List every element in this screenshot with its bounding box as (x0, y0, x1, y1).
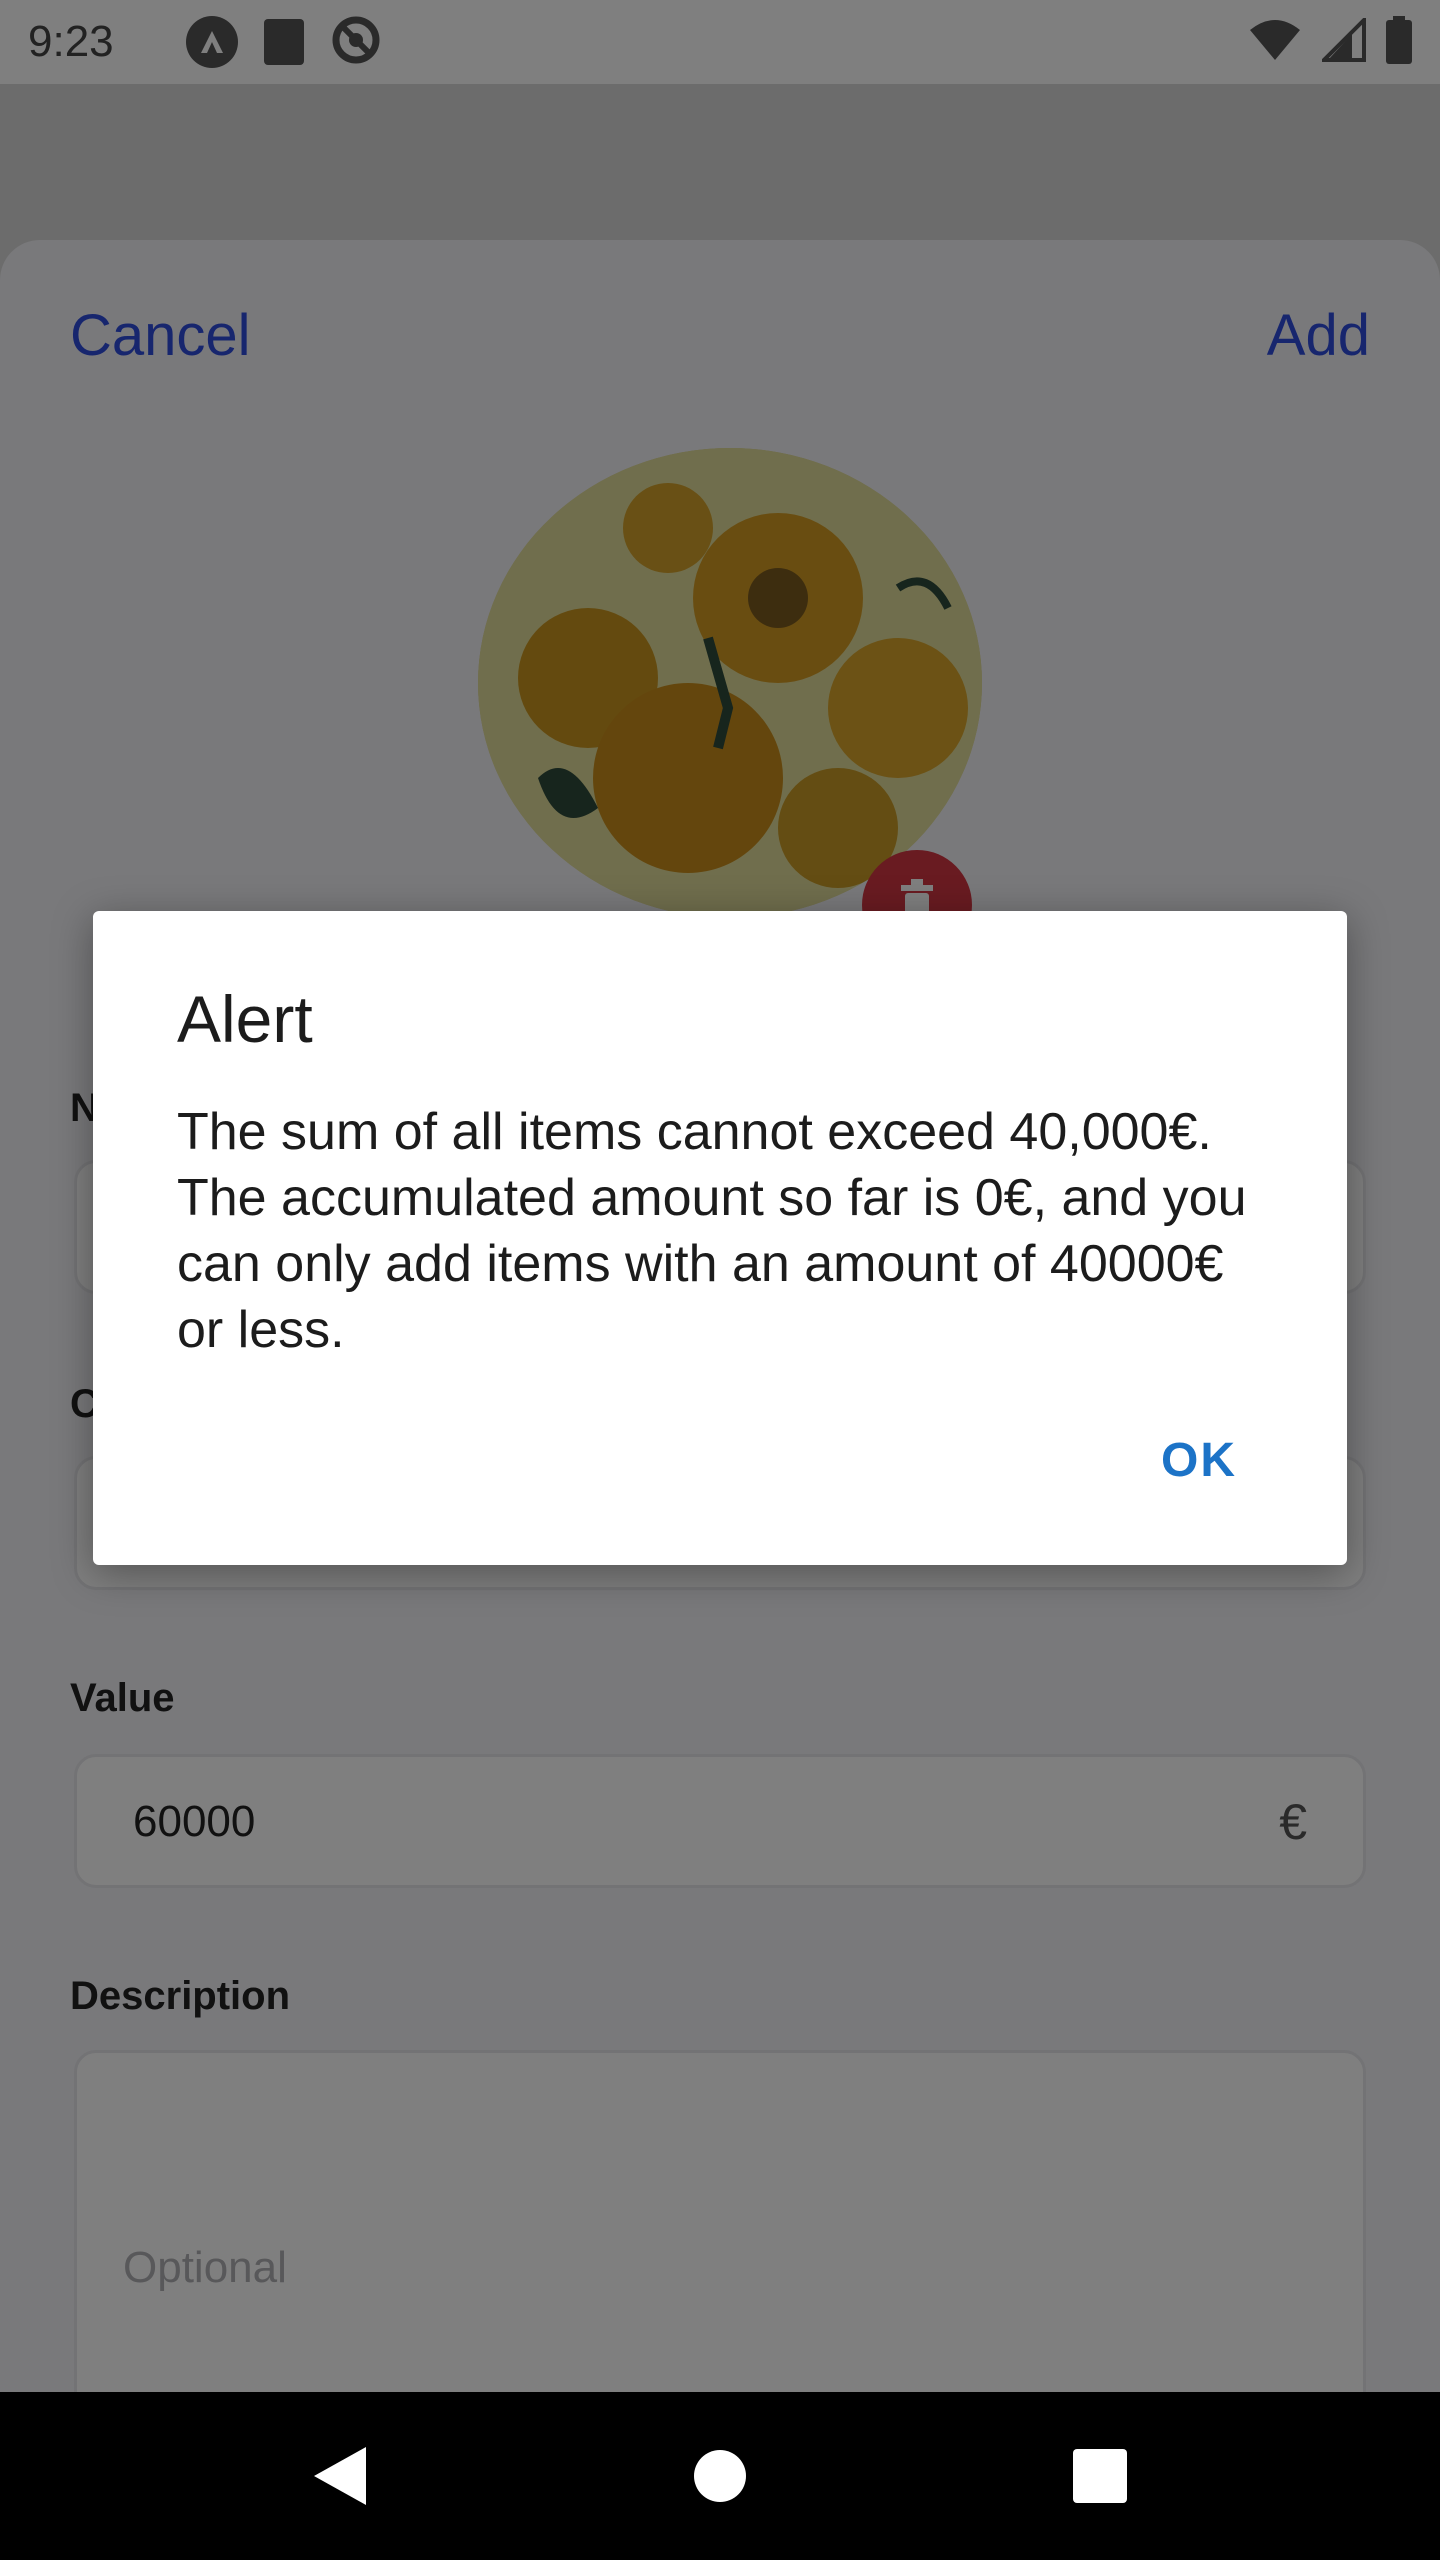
home-icon[interactable] (680, 2436, 760, 2516)
back-icon[interactable] (300, 2436, 380, 2516)
recents-icon[interactable] (1060, 2436, 1140, 2516)
navigation-bar (0, 2392, 1440, 2560)
ok-button[interactable]: OK (1161, 1433, 1237, 1488)
alert-dialog: Alert The sum of all items cannot exceed… (93, 911, 1347, 1565)
dialog-title: Alert (177, 982, 313, 1056)
dialog-message: The sum of all items cannot exceed 40,00… (177, 1103, 1247, 1359)
